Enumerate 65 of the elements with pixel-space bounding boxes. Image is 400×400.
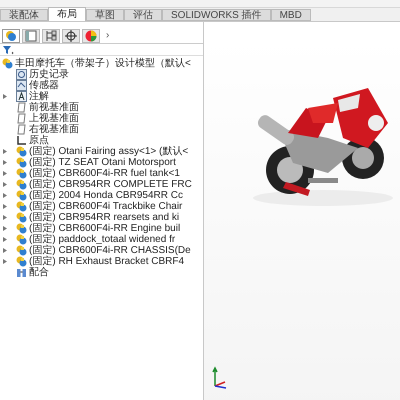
ribbon-tab[interactable]: 装配体 [0,9,48,21]
more-tabs-button[interactable]: › [106,30,110,42]
expand-arrow-icon[interactable] [2,94,6,99]
assembly-icon [16,168,27,179]
tree-root-label[interactable]: 丰田摩托车（带架子）设计模型（默认< [15,58,191,69]
mates-icon [16,267,27,278]
dimension-tab[interactable] [62,28,80,42]
ribbon-tab[interactable]: 布局 [48,7,86,21]
assembly-icon [16,245,27,256]
feature-tree-tab[interactable] [2,28,20,42]
assembly-icon [2,58,13,69]
tree-item-label[interactable]: (固定) CBR600F4i-RR Engine buil [29,223,180,234]
ribbon-tab[interactable]: 评估 [124,9,162,21]
origin-icon [16,135,27,146]
tree-item-label[interactable]: 传感器 [29,80,59,91]
tree-item-label[interactable]: 上视基准面 [29,113,79,124]
expand-arrow-icon[interactable] [2,204,6,209]
expand-arrow-icon[interactable] [2,171,6,176]
assembly-icon [16,212,27,223]
expand-arrow-icon[interactable] [2,193,6,198]
tree-item-label[interactable]: (固定) CBR954RR rearsets and ki [29,212,180,223]
assembly-icon [16,157,27,168]
tree-item-label[interactable]: 原点 [29,135,49,146]
tree-item-label[interactable]: (固定) CBR600F4i Trackbike Chair [29,201,182,212]
assembly-icon [16,201,27,212]
tree-item-label[interactable]: 历史记录 [29,69,69,80]
expand-arrow-icon[interactable] [2,215,6,220]
property-tab[interactable] [22,28,40,42]
sensor-icon [16,80,27,91]
tree-item-label[interactable]: (固定) CBR600F4i-RR CHASSIS(De [29,245,191,256]
expand-arrow-icon[interactable] [2,160,6,165]
annotation-icon [16,91,27,102]
assembly-icon [16,190,27,201]
configuration-tab[interactable] [42,28,60,42]
expand-arrow-icon[interactable] [2,237,6,242]
expand-arrow-icon[interactable] [2,226,6,231]
tree-item-label[interactable]: 前视基准面 [29,102,79,113]
tree-item-label[interactable]: (固定) CBR954RR COMPLETE FRC [29,179,192,190]
expand-arrow-icon[interactable] [2,259,6,264]
tree-item-label[interactable]: (固定) RH Exhaust Bracket CBRF4 [29,256,184,267]
history-icon [16,69,27,80]
plane-icon [16,102,27,113]
ribbon-tab[interactable]: 草图 [86,9,124,21]
assembly-icon [16,234,27,245]
plane-icon [16,113,27,124]
assembly-icon [16,146,27,157]
assembly-icon [16,179,27,190]
ribbon-tab[interactable]: MBD [270,9,311,21]
tree-item-label[interactable]: (固定) CBR600F4i-RR fuel tank<1 [29,168,180,179]
tree-item-label[interactable]: (固定) TZ SEAT Otani Motorsport [29,157,176,168]
expand-arrow-icon[interactable] [2,182,6,187]
appearance-tab[interactable] [82,28,100,42]
tree-item-label[interactable]: 右视基准面 [29,124,79,135]
expand-arrow-icon[interactable] [2,149,6,154]
tree-item-label[interactable]: (固定) paddock_totaal widened fr [29,234,176,245]
plane-icon [16,124,27,135]
ribbon-tab[interactable]: SOLIDWORKS 插件 [162,9,271,21]
tree-item-label[interactable]: (固定) Otani Fairing assy<1> (默认< [29,146,188,157]
tree-item-label[interactable]: (固定) 2004 Honda CBR954RR Cc [29,190,183,201]
tree-item-label[interactable]: 配合 [29,267,49,278]
assembly-icon [16,223,27,234]
filter-icon[interactable] [2,44,14,54]
expand-arrow-icon[interactable] [2,248,6,253]
tree-item-label[interactable]: 注解 [29,91,49,102]
assembly-icon [16,256,27,267]
